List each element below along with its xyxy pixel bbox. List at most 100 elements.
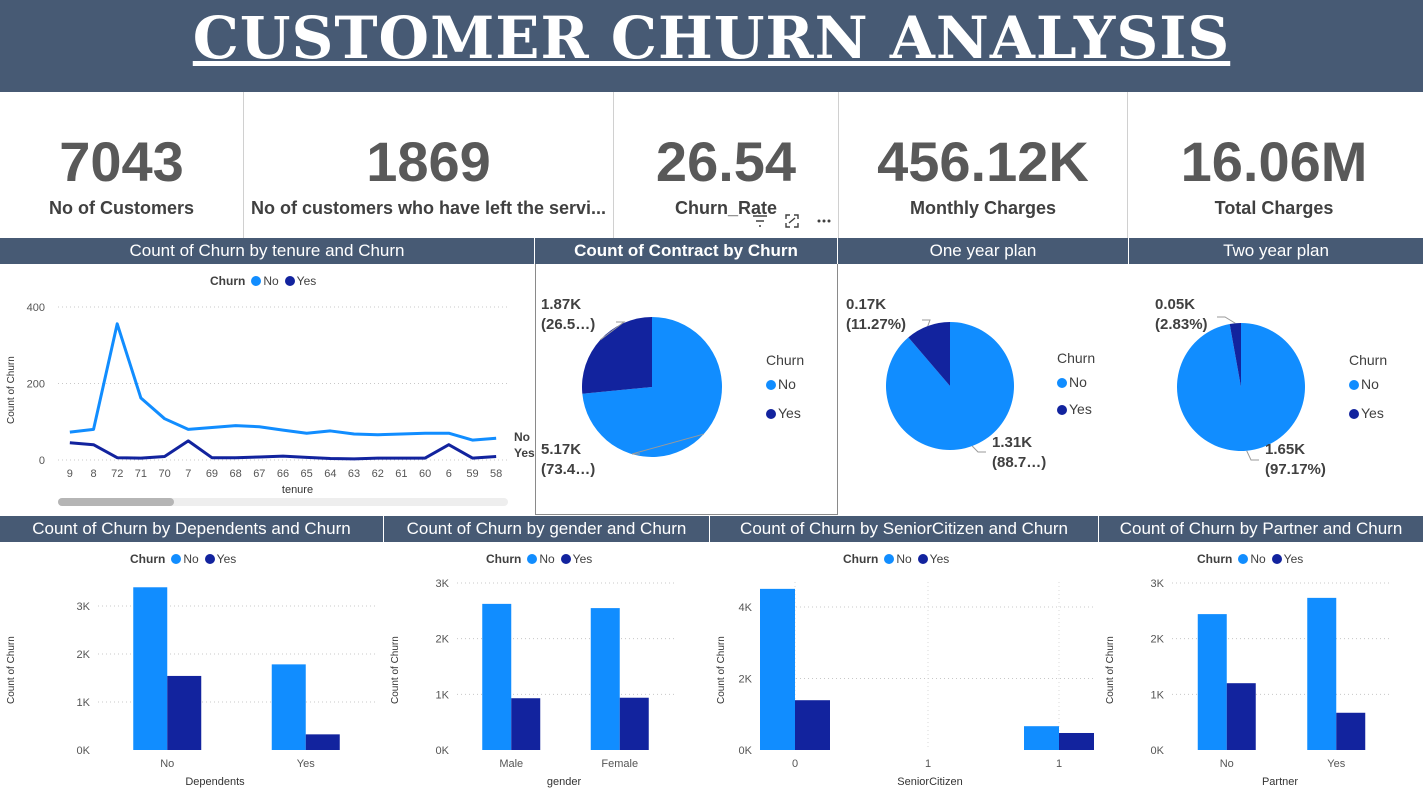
two-year-chart-title: Two year plan <box>1129 238 1423 264</box>
y-tick-label: 400 <box>27 302 45 314</box>
gender-bar-chart[interactable]: Churn No Yes Count of Churn 0K 1K 2K 3K Male Fe… <box>384 542 709 796</box>
y-tick-label: 2K <box>436 634 450 646</box>
gender-chart-title: Count of Churn by gender and Churn <box>384 516 709 542</box>
two-year-pie-chart[interactable]: 0.05K (2.83%) 1.65K (97.17%) Churn No Yes <box>1129 264 1421 514</box>
x-tick-label: No <box>1220 758 1234 770</box>
x-tick-label: 69 <box>206 468 218 480</box>
bar-no-yes <box>1307 597 1337 750</box>
x-tick-label: Male <box>499 758 523 770</box>
x-tick-label: 61 <box>395 468 407 480</box>
y-tick-label: 0K <box>739 745 753 757</box>
x-axis-title: Dependents <box>185 776 245 788</box>
kpi-card-churned[interactable]: 1869 No of customers who have left the s… <box>244 92 614 238</box>
x-tick-label: 58 <box>490 468 502 480</box>
x-tick-label: 64 <box>324 468 336 480</box>
data-label-no-pct: (88.7…) <box>992 454 1046 471</box>
x-tick-label: 67 <box>253 468 265 480</box>
x-axis-title: Partner <box>1261 776 1299 788</box>
kpi-label: Monthly Charges <box>909 198 1056 218</box>
y-tick-label: 1K <box>77 697 91 709</box>
x-tick-label: 62 <box>372 468 384 480</box>
focus-mode-icon[interactable] <box>784 214 804 231</box>
bar-no-no <box>133 587 168 750</box>
series-line-no <box>69 322 497 442</box>
x-tick-label: 65 <box>301 468 313 480</box>
scrollbar-thumb[interactable] <box>58 498 174 506</box>
kpi-value: 456.12K <box>877 130 1089 193</box>
series-end-label-yes: Yes <box>514 446 535 460</box>
visual-header-icons <box>742 214 842 231</box>
partner-bar-chart[interactable]: Churn No Yes Count of Churn 0K 1K 2K 3K No Yes … <box>1099 542 1421 796</box>
kpi-value: 16.06M <box>1180 130 1368 193</box>
x-tick-label: Yes <box>1327 758 1345 770</box>
y-tick-label: 3K <box>77 601 91 613</box>
dependents-chart-title: Count of Churn by Dependents and Churn <box>0 516 383 542</box>
kpi-value: 7043 <box>59 130 184 193</box>
data-label-yes-pct: (2.83%) <box>1155 316 1208 333</box>
x-tick-label: 6 <box>446 468 452 480</box>
bar-yes-female <box>619 697 649 750</box>
kpi-card-churn-rate[interactable]: 26.54 Churn_Rate <box>614 92 839 238</box>
data-label-yes-value: 1.87K <box>541 296 581 313</box>
more-options-icon[interactable] <box>816 215 832 231</box>
data-label-no-value: 1.65K <box>1265 441 1305 458</box>
x-tick-label: 59 <box>466 468 478 480</box>
gender-bar-svg: 0K 1K 2K 3K Male Female <box>436 578 674 770</box>
bar-yes-1 <box>1059 732 1094 750</box>
x-tick-label: 63 <box>348 468 360 480</box>
pie-legend-yes: Yes <box>766 405 801 421</box>
y-tick-label: 1K <box>436 689 450 701</box>
contract-pie-chart[interactable]: 1.87K (26.5…) 5.17K (73.4…) Churn No Yes <box>535 264 838 515</box>
senior-bar-chart[interactable]: Churn No Yes Count of Churn 0K 2K 4K 0 1 1 Seni… <box>710 542 1098 796</box>
data-label-no-value: 5.17K <box>541 441 581 458</box>
series-end-label-no: No <box>514 430 530 444</box>
pie-legend-title: Churn <box>766 352 805 368</box>
kpi-value: 1869 <box>366 130 491 193</box>
bar-yes-yes <box>305 734 340 750</box>
x-tick-label: 9 <box>67 468 73 480</box>
kpi-card-total-charges[interactable]: 16.06M Total Charges <box>1128 92 1420 238</box>
bar-yes-male <box>511 698 541 750</box>
kpi-card-monthly-charges[interactable]: 456.12K Monthly Charges <box>839 92 1128 238</box>
x-tick-label: 71 <box>135 468 147 480</box>
senior-bar-svg: 0K 2K 4K 0 1 1 <box>739 582 1095 770</box>
pie-legend-yes: Yes <box>1057 401 1092 417</box>
y-tick-label: 1K <box>1151 689 1165 701</box>
x-tick-label: 66 <box>277 468 289 480</box>
bar-no-male <box>482 603 512 750</box>
data-label-yes-pct: (26.5…) <box>541 316 595 333</box>
y-tick-label: 2K <box>1151 634 1165 646</box>
senior-chart-title: Count of Churn by SeniorCitizen and Chur… <box>710 516 1098 542</box>
partner-chart-title: Count of Churn by Partner and Churn <box>1099 516 1423 542</box>
bar-yes-0 <box>795 700 830 750</box>
y-tick-label: 200 <box>27 379 45 391</box>
pie-legend-no: No <box>766 376 796 392</box>
bar-no-1 <box>1024 726 1059 750</box>
data-label-no-value: 1.31K <box>992 434 1032 451</box>
x-tick-label: No <box>160 758 174 770</box>
pie-legend-no: No <box>1349 376 1379 392</box>
filter-icon[interactable] <box>752 215 772 231</box>
bar-yes-yes <box>1336 712 1366 750</box>
x-tick-label: 60 <box>419 468 431 480</box>
one-year-pie-chart[interactable]: 0.17K (11.27%) 1.31K (88.7…) Churn No Yes <box>838 264 1128 514</box>
kpi-label: Total Charges <box>1214 198 1334 218</box>
x-tick-label: Yes <box>297 758 315 770</box>
x-tick-label: 70 <box>158 468 170 480</box>
x-tick-label: 68 <box>230 468 242 480</box>
series-line-yes <box>69 439 497 461</box>
horizontal-scrollbar[interactable] <box>58 498 508 506</box>
kpi-label: No of customers who have left the servi.… <box>250 198 607 218</box>
x-axis-title: SeniorCitizen <box>897 776 963 788</box>
y-tick-label: 3K <box>436 578 450 590</box>
pie-legend-title: Churn <box>1057 350 1096 366</box>
dependents-bar-chart[interactable]: Churn No Yes Count of Churn 0K 1K 2K 3K No Yes … <box>0 542 383 796</box>
leader-line <box>971 445 986 453</box>
kpi-card-customers[interactable]: 7043 No of Customers <box>0 92 244 238</box>
y-tick-label: 3K <box>1151 578 1165 590</box>
y-tick-label: 2K <box>739 674 753 686</box>
y-tick-label: 0K <box>77 745 91 757</box>
leader-line <box>1217 316 1236 324</box>
pie-legend-no: No <box>1057 374 1087 390</box>
tenure-line-chart[interactable]: Churn No Yes Count of Churn 0 200 400 9 8 72 71 7… <box>0 264 535 514</box>
